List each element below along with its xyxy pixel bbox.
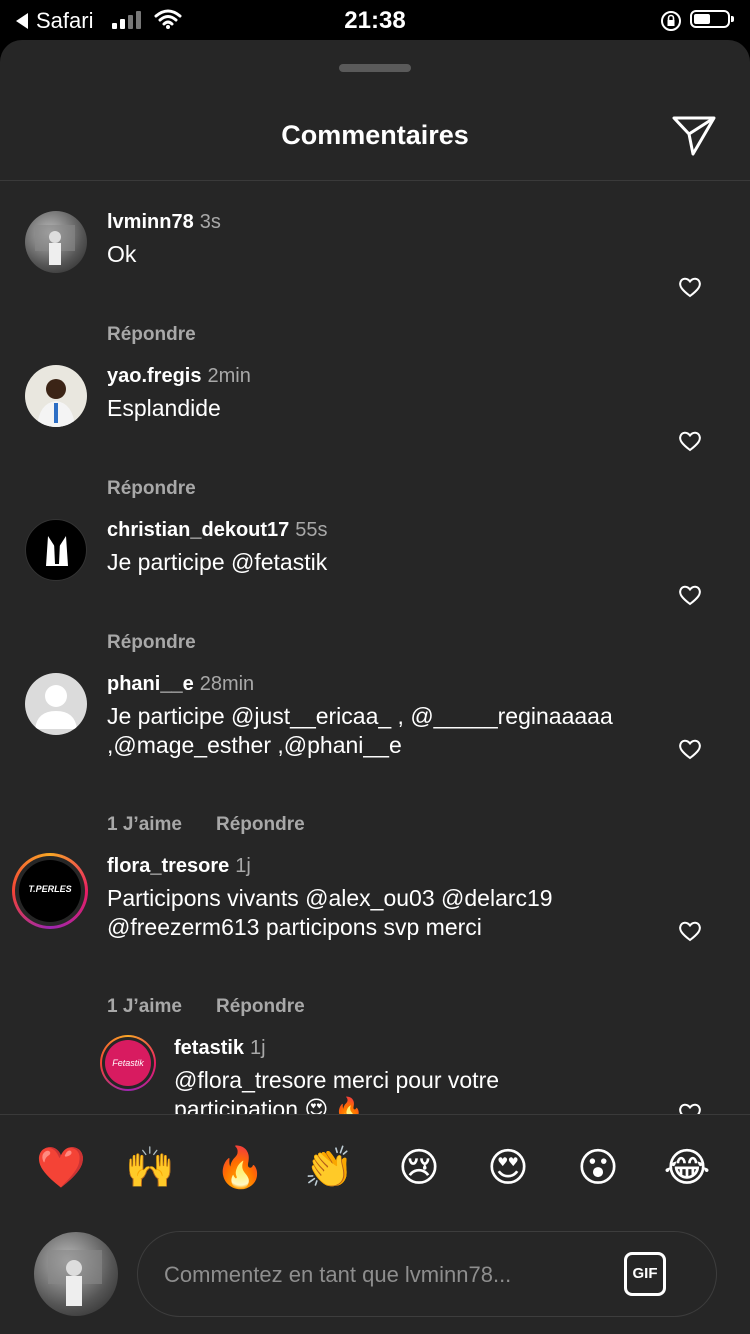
- emoji-clap-button[interactable]: 👏: [299, 1143, 359, 1193]
- comment-timestamp: 28min: [199, 673, 255, 695]
- rotation-lock-icon: [661, 11, 681, 31]
- heart-icon[interactable]: [678, 920, 702, 942]
- emoji-raised-hands-button[interactable]: 🙌: [120, 1143, 180, 1193]
- share-send-icon[interactable]: [671, 114, 717, 158]
- comment-username[interactable]: yao.fregis 2min: [107, 365, 251, 388]
- comment-input[interactable]: Commentez en tant que lvminn78... GIF: [137, 1231, 717, 1317]
- comment-username[interactable]: phani__e 28min: [107, 673, 254, 696]
- emoji-bar-divider: [0, 1114, 750, 1115]
- status-bar: Safari 21:38: [0, 0, 750, 40]
- comment-timestamp: 1j: [250, 1037, 266, 1059]
- reply-button[interactable]: Répondre: [216, 814, 305, 835]
- comment-actions: Répondre: [107, 632, 196, 654]
- comments-sheet: Commentaires lvminn78 3s Ok Répondre yao…: [0, 40, 750, 1334]
- emoji-crying-button[interactable]: 😢: [389, 1143, 449, 1193]
- story-ring[interactable]: Fetastik: [100, 1035, 156, 1091]
- avatar-logo-text: Fetastik: [112, 1058, 144, 1068]
- avatar[interactable]: [25, 519, 87, 581]
- emoji-heart-button[interactable]: ❤️: [31, 1143, 91, 1193]
- heart-icon[interactable]: [678, 1102, 702, 1114]
- avatar[interactable]: [25, 673, 87, 735]
- comments-list[interactable]: lvminn78 3s Ok Répondre yao.fregis 2min Es…: [0, 181, 750, 1114]
- clock: 21:38: [344, 7, 406, 34]
- emoji-heart-eyes-button[interactable]: 😍: [478, 1143, 538, 1193]
- sheet-title: Commentaires: [281, 120, 469, 150]
- comment-text: Je participe @just__ericaa_ , @_____regi…: [107, 703, 613, 758]
- avatar[interactable]: [25, 365, 87, 427]
- reply-button[interactable]: Répondre: [107, 478, 196, 499]
- heart-icon[interactable]: [678, 430, 702, 452]
- battery-icon: [690, 10, 734, 28]
- story-ring[interactable]: T.PERLES: [12, 853, 88, 929]
- emoji-fire-button[interactable]: 🔥: [210, 1143, 270, 1193]
- emoji-laughing-button[interactable]: 😂: [657, 1143, 717, 1193]
- current-user-avatar: [34, 1232, 118, 1316]
- comment-text: Ok: [107, 241, 137, 267]
- avatar[interactable]: [25, 211, 87, 273]
- comment-timestamp: 3s: [199, 211, 221, 233]
- heart-icon[interactable]: [678, 584, 702, 606]
- avatar-logo-text: T.PERLES: [28, 884, 72, 894]
- emoji-surprised-button[interactable]: 😮: [568, 1143, 628, 1193]
- comment-username[interactable]: flora_tresore 1j: [107, 855, 251, 878]
- comment-username[interactable]: christian_dekout17 55s: [107, 519, 328, 542]
- comment-text: Je participe @fetastik: [107, 549, 328, 575]
- comment-input-placeholder[interactable]: Commentez en tant que lvminn78...: [164, 1262, 511, 1288]
- comment-timestamp: 55s: [295, 519, 328, 541]
- avatar[interactable]: T.PERLES: [19, 860, 81, 922]
- heart-icon[interactable]: [678, 738, 702, 760]
- comment-text: Esplandide: [107, 395, 221, 421]
- gif-button[interactable]: GIF: [624, 1252, 666, 1296]
- reply-button[interactable]: Répondre: [107, 632, 196, 653]
- comment-username[interactable]: fetastik 1j: [174, 1037, 266, 1060]
- reply-button[interactable]: Répondre: [216, 996, 305, 1017]
- comment-actions: 1 J’aime Répondre: [107, 814, 305, 836]
- sheet-grabber[interactable]: [339, 64, 411, 72]
- comment-timestamp: 1j: [235, 855, 251, 877]
- comment-actions: 1 J’aime Répondre: [107, 996, 305, 1018]
- comment-actions: Répondre: [107, 324, 196, 346]
- comment-username[interactable]: lvminn78 3s: [107, 211, 221, 234]
- likes-count[interactable]: 1 J’aime: [107, 996, 182, 1017]
- likes-count[interactable]: 1 J’aime: [107, 814, 182, 835]
- reply-button[interactable]: Répondre: [107, 324, 196, 345]
- comment-text: Participons vivants @alex_ou03 @delarc19…: [107, 885, 553, 940]
- comment-actions: Répondre: [107, 478, 196, 500]
- avatar[interactable]: Fetastik: [105, 1040, 151, 1086]
- comment-text: @flora_tresore merci pour votre particip…: [174, 1067, 500, 1114]
- comment-timestamp: 2min: [207, 365, 251, 387]
- heart-icon[interactable]: [678, 276, 702, 298]
